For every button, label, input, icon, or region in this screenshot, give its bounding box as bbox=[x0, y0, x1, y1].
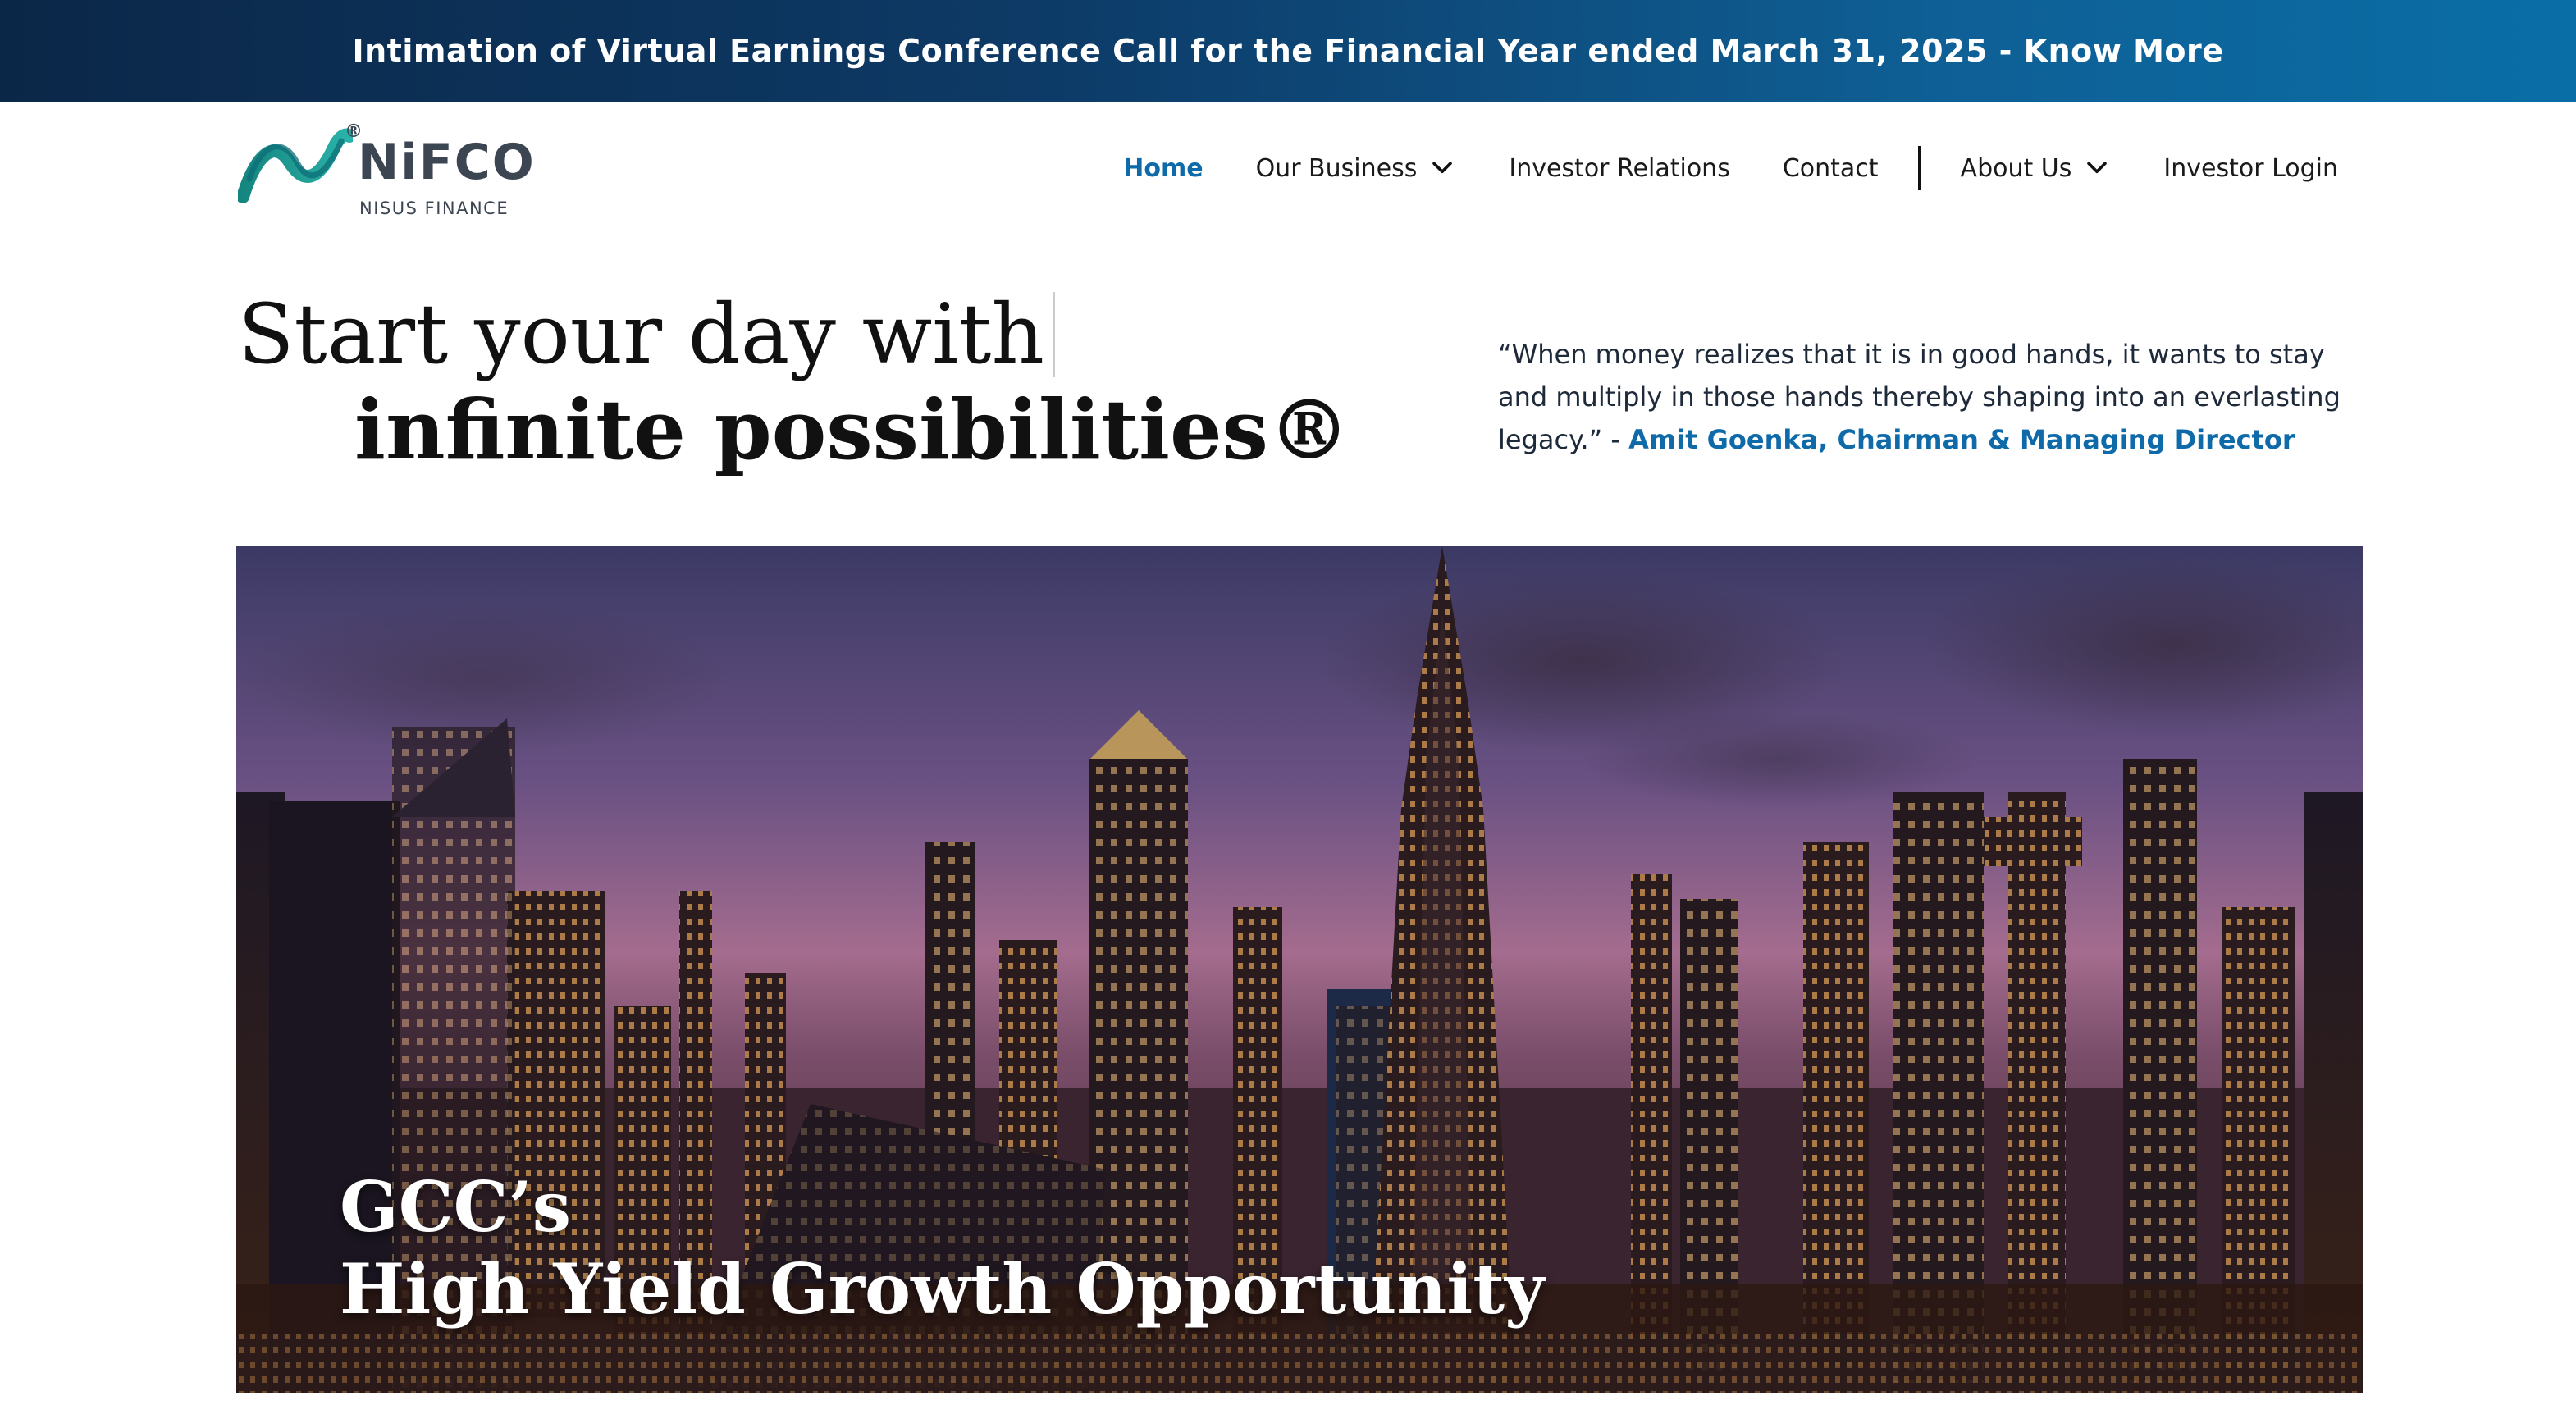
hero-headline: Start your day with infinite possibiliti… bbox=[238, 292, 1350, 471]
nav-contact[interactable]: Contact bbox=[1783, 154, 1879, 183]
nav-investor-relations[interactable]: Investor Relations bbox=[1509, 154, 1729, 183]
main-nav: Home Our Business Investor Relations Con… bbox=[1123, 139, 2338, 197]
banner-caption: GCC’s High Yield Growth Opportunity bbox=[340, 1166, 1545, 1330]
nav-home[interactable]: Home bbox=[1123, 154, 1203, 183]
nav-contact-label: Contact bbox=[1782, 153, 1879, 183]
hero-line1: Start your day with bbox=[238, 286, 1044, 382]
nav-about-us-label: About Us bbox=[1960, 153, 2072, 183]
nav-investor-login[interactable]: Investor Login bbox=[2163, 154, 2338, 183]
site-header: ® NiFCO NISUS FINANCE Home Our Business … bbox=[0, 102, 2576, 221]
hero-banner-image: GCC’s High Yield Growth Opportunity bbox=[236, 546, 2363, 1393]
nav-investor-login-label: Investor Login bbox=[2163, 153, 2338, 183]
logo-subtitle: NISUS FINANCE bbox=[359, 198, 509, 218]
nav-home-label: Home bbox=[1123, 153, 1204, 183]
quote-author: Amit Goenka, Chairman & Managing Directo… bbox=[1628, 424, 2295, 455]
announcement-link[interactable]: Intimation of Virtual Earnings Conferenc… bbox=[352, 33, 2223, 69]
typing-cursor bbox=[1052, 292, 1055, 377]
announcement-bar: Intimation of Virtual Earnings Conferenc… bbox=[0, 0, 2576, 102]
chevron-down-icon bbox=[1432, 162, 1453, 174]
banner-caption-line2: High Yield Growth Opportunity bbox=[340, 1248, 1545, 1330]
hero-line2: infinite possibilities® bbox=[354, 381, 1350, 478]
logo-wave-icon bbox=[238, 128, 353, 203]
nav-investor-relations-label: Investor Relations bbox=[1509, 153, 1730, 183]
nav-our-business[interactable]: Our Business bbox=[1256, 154, 1457, 183]
banner-caption-line1: GCC’s bbox=[340, 1166, 571, 1248]
nav-about-us[interactable]: About Us bbox=[1961, 154, 2112, 183]
chairman-quote: “When money realizes that it is in good … bbox=[1498, 333, 2351, 461]
logo[interactable]: ® NiFCO NISUS FINANCE bbox=[238, 121, 534, 217]
logo-name: NiFCO bbox=[358, 134, 536, 191]
chevron-down-icon bbox=[2087, 162, 2108, 174]
nav-divider bbox=[1917, 146, 1921, 190]
nav-our-business-label: Our Business bbox=[1255, 153, 1418, 183]
